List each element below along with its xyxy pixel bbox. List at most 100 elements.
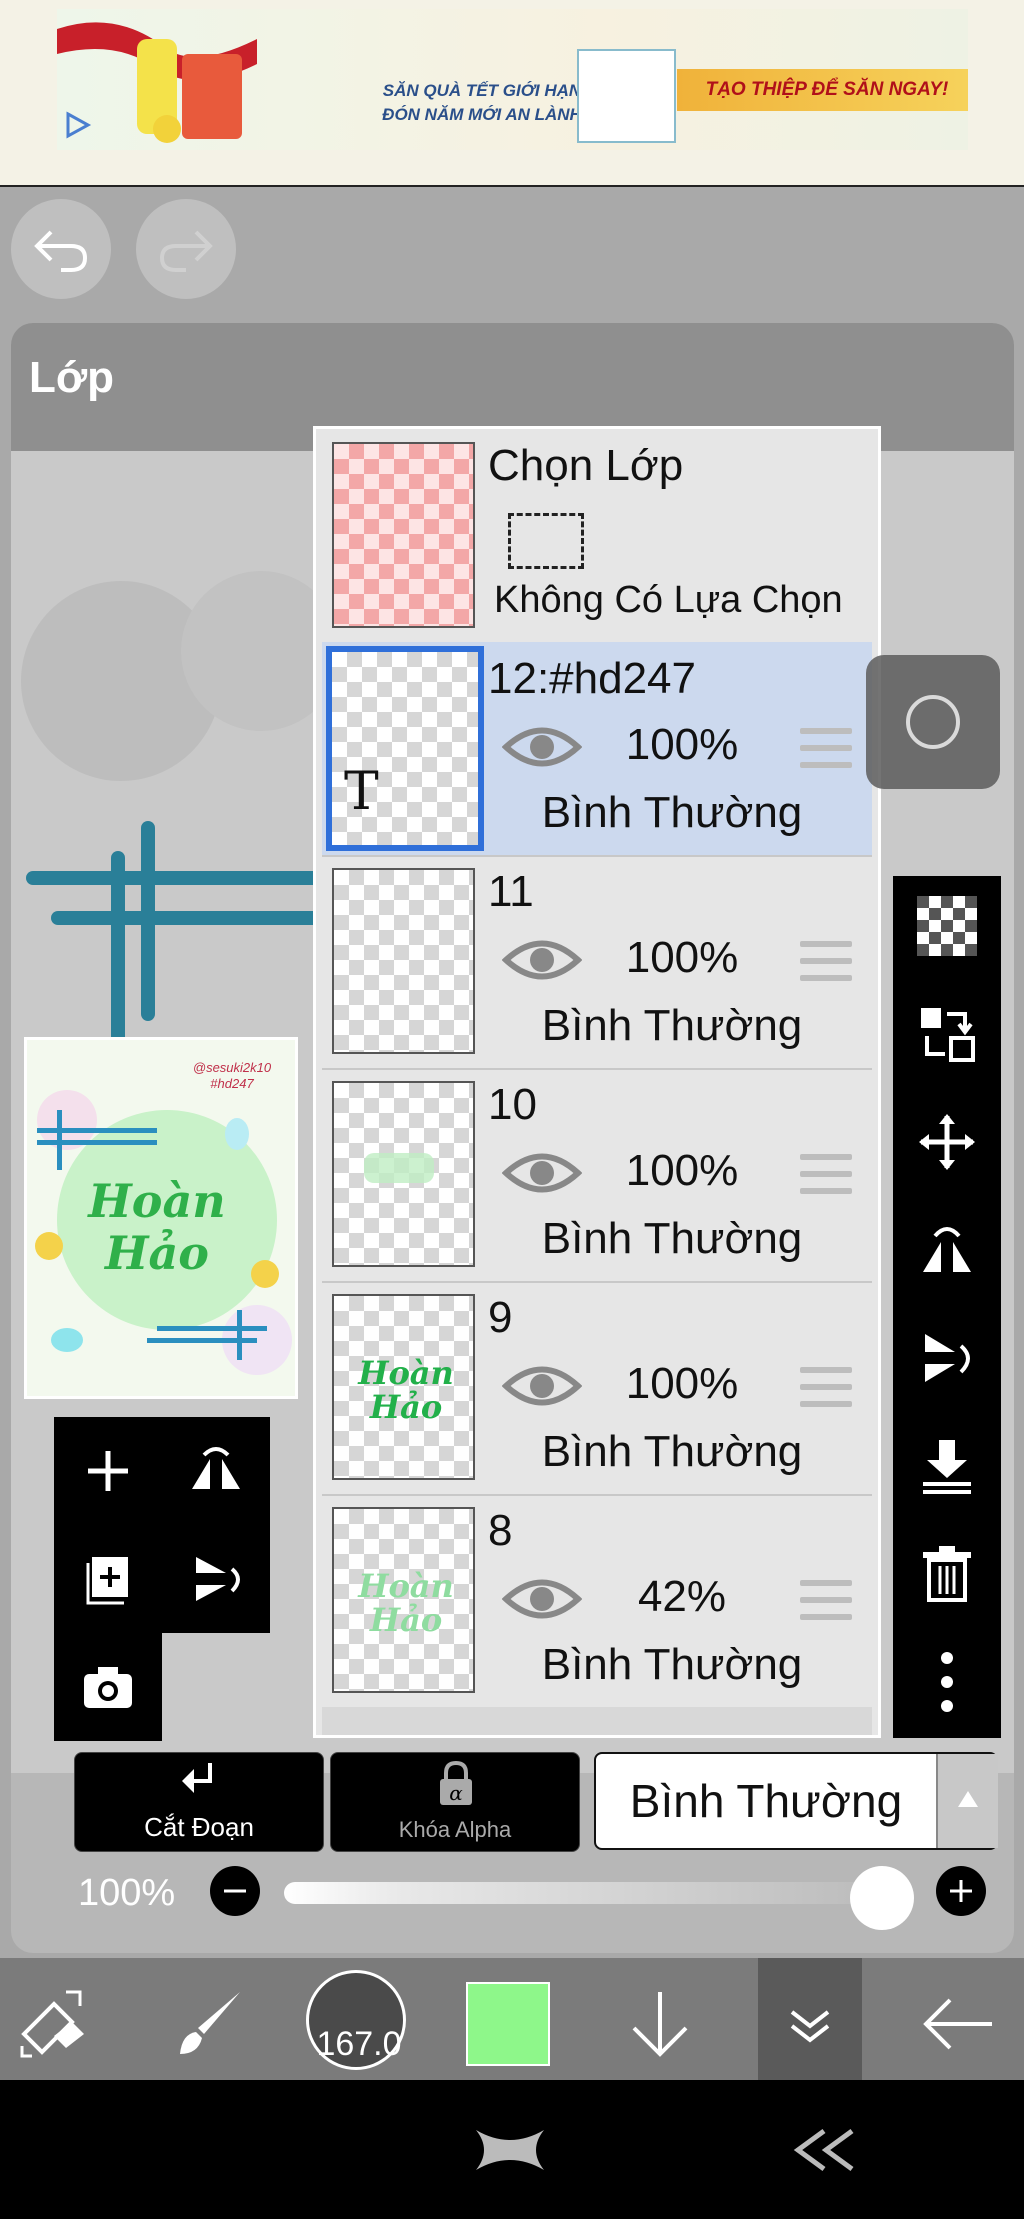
blend-mode-dropdown[interactable]	[936, 1754, 998, 1848]
visibility-eye-icon[interactable]	[502, 1361, 582, 1411]
double-chevron-left-icon	[793, 2128, 854, 2172]
drag-handle-icon[interactable]	[800, 1154, 852, 1194]
flip-horizontal-icon	[192, 1447, 240, 1489]
layer-thumbnail-text: Hoàn Hảo	[348, 1356, 464, 1424]
brush-size-button[interactable]: 167.0	[306, 1970, 406, 2070]
nav-back-button[interactable]	[790, 2125, 860, 2175]
layer-thumbnail: Hoàn Hảo	[332, 1294, 475, 1480]
layers-panel-toggle[interactable]	[758, 1958, 862, 2080]
layer-list[interactable]: Chọn Lớp Không Có Lựa Chọn T 12:#hd247 1…	[313, 426, 881, 1738]
lock-icon: α	[440, 1761, 472, 1805]
visibility-eye-icon[interactable]	[502, 1574, 582, 1624]
transfer-layer-button[interactable]	[893, 984, 1001, 1084]
flip-vertical-button[interactable]	[893, 1308, 1001, 1408]
flip-vertical-button[interactable]	[162, 1525, 270, 1633]
layer-blend-mode: Bình Thường	[541, 1214, 803, 1263]
layer-thumbnail	[332, 1081, 475, 1267]
visibility-eye-icon[interactable]	[502, 935, 582, 985]
minus-icon	[224, 1889, 246, 1893]
layer-row-partial[interactable]	[322, 1707, 872, 1735]
move-button[interactable]	[893, 1092, 1001, 1192]
marquee-icon	[508, 513, 584, 569]
double-chevron-down-icon	[790, 2010, 830, 2043]
flip-vertical-icon	[925, 1334, 970, 1382]
camera-button[interactable]	[54, 1633, 162, 1741]
blend-mode-select[interactable]: Bình Thường	[594, 1752, 998, 1850]
opacity-slider[interactable]	[284, 1882, 884, 1904]
flip-horizontal-button[interactable]	[893, 1200, 1001, 1300]
visibility-eye-icon[interactable]	[502, 722, 582, 772]
selection-layer-row[interactable]: Chọn Lớp Không Có Lựa Chọn	[322, 429, 872, 644]
drag-handle-icon[interactable]	[800, 1580, 852, 1620]
clipping-arrow-icon	[182, 1763, 212, 1793]
layer-opacity: 100%	[625, 933, 739, 982]
nav-close-button[interactable]	[470, 2120, 550, 2180]
layer-thumbnail-text: Hoàn Hảo	[348, 1569, 464, 1637]
layer-row-9[interactable]: Hoàn Hảo 9 100% Bình Thường	[322, 1281, 872, 1496]
clipping-label: Cắt Đoạn	[144, 1812, 254, 1842]
merge-down-icon	[923, 1440, 971, 1494]
circle-icon	[906, 695, 960, 749]
layer-blend-mode: Bình Thường	[541, 1427, 803, 1476]
bowtie-icon	[476, 2130, 544, 2170]
layer-row-10[interactable]: 10 100% Bình Thường	[322, 1068, 872, 1283]
layer-thumbnail-word1: Hoàn	[358, 1567, 454, 1605]
checker-icon	[917, 896, 977, 956]
ad-image[interactable]: SĂN QUÀ TẾT GIỚI HẠN ĐÓN NĂM MỚI AN LÀNH…	[57, 9, 968, 150]
drag-handle-icon[interactable]	[800, 1367, 852, 1407]
thumbnail-handle-line1: @sesuki2k10	[192, 1060, 272, 1075]
layer-thumbnail: Hoàn Hảo	[332, 1507, 475, 1693]
layer-name: 11	[488, 867, 534, 916]
layer-thumbnail-shape	[364, 1153, 434, 1183]
brush-size-value: 167.0	[316, 2025, 402, 2063]
drag-handle-icon[interactable]	[800, 728, 852, 768]
ad-choices-icon[interactable]	[62, 110, 92, 140]
merge-down-button[interactable]	[893, 1416, 1001, 1516]
selection-status: Không Có Lựa Chọn	[494, 579, 843, 621]
clipping-button[interactable]: Cắt Đoạn	[74, 1752, 324, 1852]
flip-layer-button[interactable]	[162, 1417, 270, 1525]
duplicate-layer-button[interactable]	[54, 1525, 162, 1633]
layer-row-11[interactable]: 11 100% Bình Thường	[322, 855, 872, 1070]
alpha-lock-label: Khóa Alpha	[398, 1817, 512, 1842]
layer-quick-tools	[54, 1417, 270, 1741]
color-swatch[interactable]	[466, 1982, 550, 2066]
plus-icon	[88, 1451, 128, 1491]
brush-tool-button[interactable]	[168, 1984, 248, 2064]
redo-icon	[159, 230, 213, 272]
drag-handle-icon[interactable]	[800, 941, 852, 981]
delete-layer-button[interactable]	[893, 1524, 1001, 1624]
thumbnail-text: Hoàn Hảo	[57, 1175, 257, 1279]
layer-row-12[interactable]: T 12:#hd247 100% Bình Thường	[322, 642, 872, 857]
visibility-eye-icon[interactable]	[502, 1148, 582, 1198]
layer-tools-toolbar	[893, 876, 1001, 1738]
layer-down-button[interactable]	[620, 1984, 700, 2064]
canvas-thumbnail[interactable]: @sesuki2k10 #hd247 Hoàn Hảo	[24, 1037, 298, 1399]
layer-row-8[interactable]: Hoàn Hảo 8 42% Bình Thường	[322, 1494, 872, 1709]
opacity-slider-knob[interactable]	[850, 1866, 914, 1930]
add-layer-button[interactable]	[54, 1417, 162, 1525]
layer-opacity: 42%	[637, 1572, 727, 1621]
thumbnail-word2: Hảo	[105, 1226, 209, 1280]
opacity-increase-button[interactable]	[936, 1866, 986, 1916]
alpha-lock-button[interactable]: α Khóa Alpha	[330, 1752, 580, 1852]
layer-name: 10	[488, 1080, 537, 1129]
ad-cta-button[interactable]: TẠO THIỆP ĐỂ SĂN NGAY!	[677, 69, 968, 111]
more-icon	[941, 1652, 953, 1712]
redo-button[interactable]	[136, 199, 236, 299]
layer-thumbnail	[332, 868, 475, 1054]
transform-tool-button[interactable]	[14, 1984, 94, 2064]
ad-banner[interactable]: SĂN QUÀ TẾT GIỚI HẠN ĐÓN NĂM MỚI AN LÀNH…	[0, 0, 1024, 187]
back-button[interactable]	[918, 1984, 998, 2064]
thumbnail-handle-line2: #hd247	[210, 1076, 254, 1091]
transparency-button[interactable]	[893, 876, 1001, 976]
more-options-button[interactable]	[893, 1632, 1001, 1732]
select-transform-icon	[20, 1990, 84, 2058]
undo-button[interactable]	[11, 199, 111, 299]
layer-name: 12:#hd247	[488, 654, 696, 703]
thumbnail-handle: @sesuki2k10 #hd247	[177, 1060, 287, 1092]
layer-thumbnail-word1: Hoàn	[358, 1354, 454, 1392]
opacity-decrease-button[interactable]	[210, 1866, 260, 1916]
layer-blend-mode: Bình Thường	[541, 1640, 803, 1689]
floating-action-button[interactable]	[866, 655, 1000, 789]
